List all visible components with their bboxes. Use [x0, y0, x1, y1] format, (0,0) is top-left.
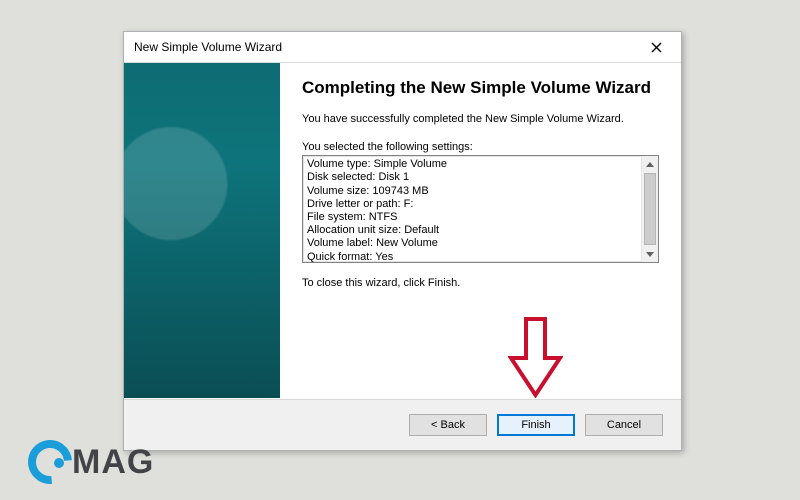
list-item: Drive letter or path: F: [307, 198, 642, 211]
wizard-content: Completing the New Simple Volume Wizard … [280, 63, 681, 398]
logo-c-icon [19, 431, 81, 493]
wizard-side-banner [124, 63, 280, 398]
success-message: You have successfully completed the New … [302, 112, 659, 127]
list-item: File system: NTFS [307, 211, 642, 224]
wizard-dialog: New Simple Volume Wizard Completing the … [123, 31, 682, 451]
titlebar: New Simple Volume Wizard [124, 32, 681, 63]
scroll-up-icon[interactable] [642, 156, 658, 172]
window-title: New Simple Volume Wizard [134, 40, 282, 54]
back-button[interactable]: < Back [409, 414, 487, 436]
scroll-down-icon[interactable] [642, 246, 658, 262]
finish-hint: To close this wizard, click Finish. [302, 277, 659, 289]
finish-button[interactable]: Finish [497, 414, 575, 436]
list-item: Disk selected: Disk 1 [307, 171, 642, 184]
watermark-logo: MAG [28, 440, 154, 484]
list-item: Quick format: Yes [307, 251, 642, 264]
scrollbar[interactable] [641, 156, 658, 262]
logo-text: MAG [72, 443, 154, 482]
list-item: Volume size: 109743 MB [307, 185, 642, 198]
settings-listbox[interactable]: Volume type: Simple Volume Disk selected… [302, 155, 659, 263]
scroll-thumb[interactable] [644, 173, 656, 245]
list-item: Allocation unit size: Default [307, 224, 642, 237]
settings-label: You selected the following settings: [302, 141, 659, 153]
close-button[interactable] [641, 35, 671, 59]
close-icon [651, 42, 662, 53]
cancel-button[interactable]: Cancel [585, 414, 663, 436]
button-bar: < Back Finish Cancel [124, 399, 681, 450]
list-item: Volume label: New Volume [307, 237, 642, 250]
page-title: Completing the New Simple Volume Wizard [302, 77, 659, 98]
list-item: Volume type: Simple Volume [307, 158, 642, 171]
